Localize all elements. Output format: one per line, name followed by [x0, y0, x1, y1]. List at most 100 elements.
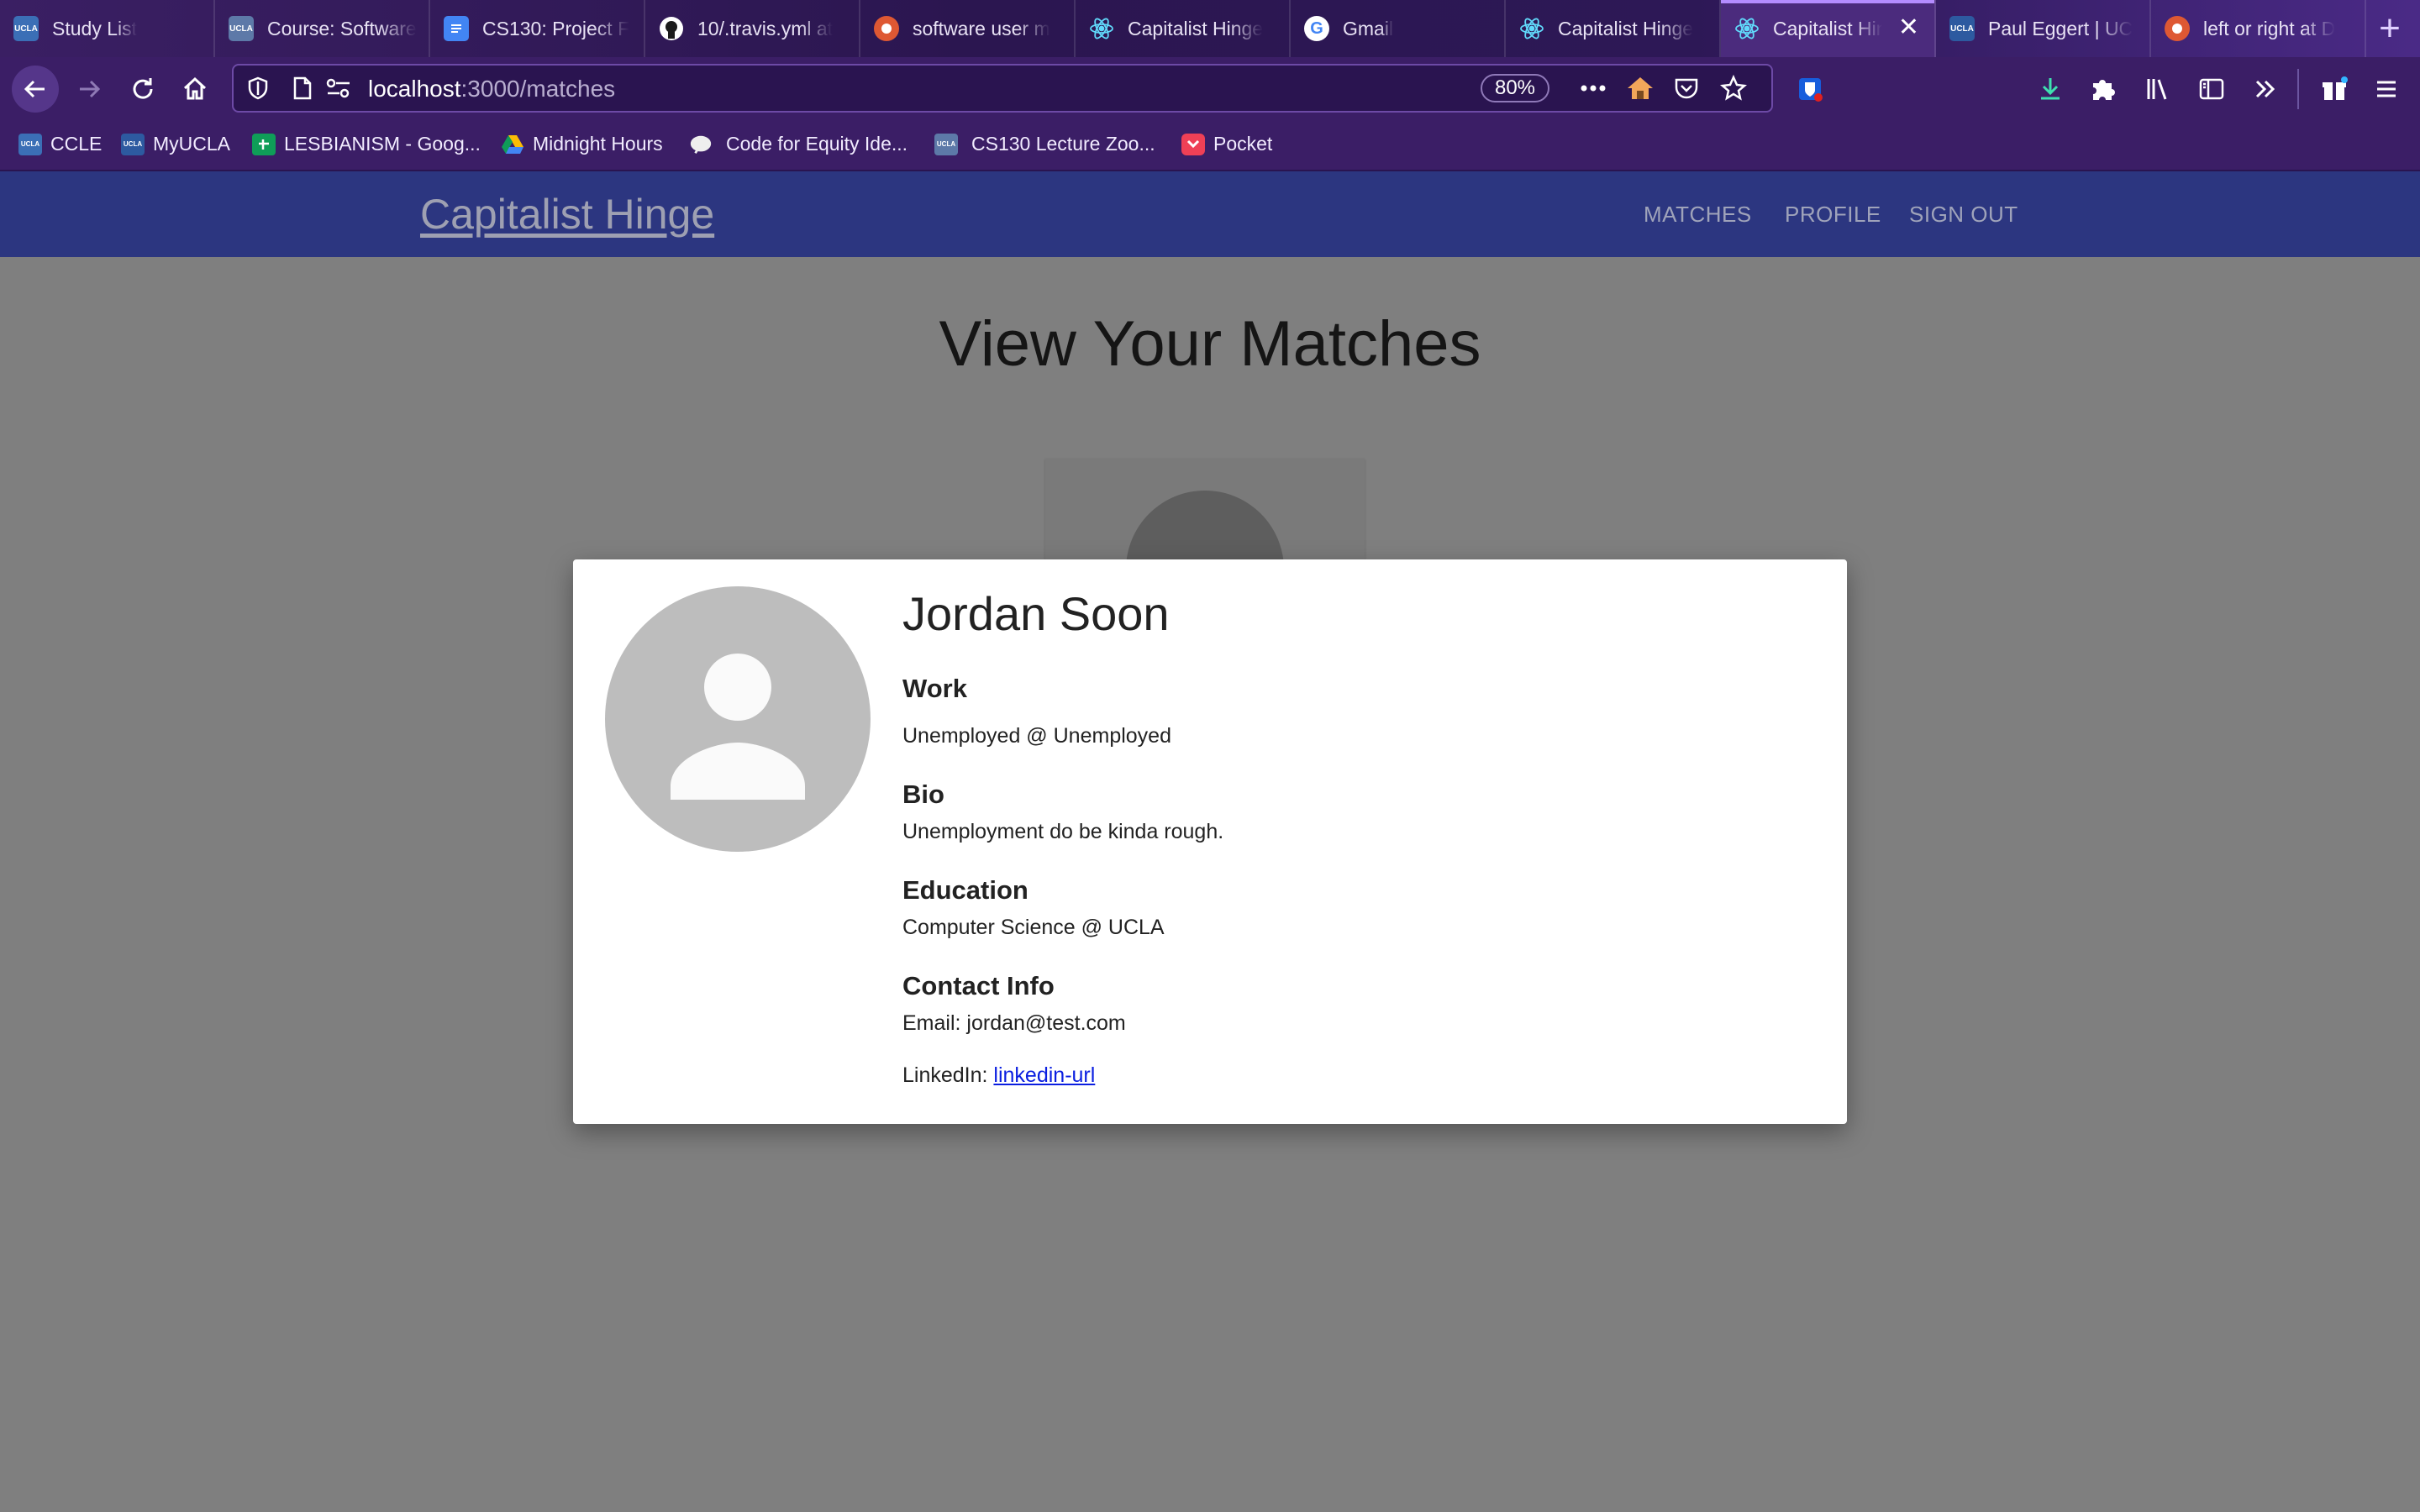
download-icon [2041, 78, 2060, 100]
react-icon [1089, 16, 1114, 41]
email-value: jordan@test.com [966, 1011, 1126, 1035]
tab-travis-yml[interactable]: 10/.travis.yml at [645, 0, 860, 57]
bookmark-cs130-lecture-zoom[interactable]: UCLA CS130 Lecture Zoo... [934, 133, 1155, 155]
profile-name: Jordan Soon [902, 587, 1170, 640]
url-path: :3000/matches [460, 76, 616, 102]
more-icon[interactable] [1578, 76, 1608, 101]
tab-title: Paul Eggert | UC [1988, 17, 2133, 39]
hamburger-icon [2377, 81, 2396, 97]
tab-left-or-right[interactable]: left or right at D [2151, 0, 2366, 57]
bookmark-pocket[interactable]: Pocket [1181, 133, 1272, 155]
tab-capitalist-hinge-active[interactable]: Capitalist Hinge ✕ [1721, 0, 1936, 57]
tab-title: Study List [52, 17, 137, 39]
tab-capitalist-hinge-1[interactable]: Capitalist Hinge [1076, 0, 1291, 57]
house-extension-icon[interactable] [1625, 74, 1655, 102]
bitwarden-extension-button[interactable] [1790, 69, 1830, 109]
work-heading: Work [902, 674, 967, 703]
person-icon [671, 654, 805, 800]
brain-icon [689, 134, 713, 155]
tab-cs130-project[interactable]: CS130: Project F [430, 0, 645, 57]
browser-toolbar: localhost:3000/matches 80% [0, 57, 2420, 121]
react-icon [1734, 16, 1760, 41]
sidebar-button[interactable] [2191, 69, 2232, 109]
bookmark-label: Code for Equity Ide... [726, 133, 908, 155]
tab-title: CS130: Project F [482, 17, 630, 39]
sheets-icon [252, 133, 276, 155]
double-chevron-right-icon [2255, 80, 2275, 98]
drive-icon [501, 134, 524, 155]
ucla-icon: UCLA [229, 16, 254, 41]
linkedin-label: LinkedIn: [902, 1063, 994, 1087]
downloads-button[interactable] [2030, 69, 2070, 109]
nav-sign-out-link[interactable]: SIGN OUT [1909, 202, 2018, 228]
contact-info-heading: Contact Info [902, 971, 1055, 1000]
reload-button[interactable] [123, 69, 163, 109]
ucla-icon: UCLA [18, 133, 42, 155]
bio-heading: Bio [902, 780, 944, 809]
extensions-button[interactable] [2082, 69, 2123, 109]
close-tab-icon[interactable]: ✕ [1898, 15, 1919, 40]
tab-study-list[interactable]: UCLA Study List [0, 0, 215, 57]
brand-link[interactable]: Capitalist Hinge [420, 190, 714, 239]
tab-title: software user m [913, 17, 1050, 39]
permissions-icon[interactable] [324, 76, 353, 101]
app-header: Capitalist Hinge MATCHES PROFILE SIGN OU… [0, 171, 2420, 257]
avatar [605, 586, 871, 852]
tab-software-user[interactable]: software user m [860, 0, 1076, 57]
puzzle-icon [2093, 80, 2115, 100]
page-icon [293, 76, 312, 100]
react-icon [1519, 16, 1544, 41]
tab-paul-eggert[interactable]: UCLA Paul Eggert | UC [1936, 0, 2151, 57]
bookmark-ccle[interactable]: UCLA CCLE [18, 133, 102, 155]
docs-icon [444, 16, 469, 41]
toolbar-separator [2297, 69, 2299, 109]
tab-capitalist-hinge-2[interactable]: Capitalist Hinge [1506, 0, 1721, 57]
bookmark-label: Midnight Hours [533, 133, 663, 155]
url-bar[interactable]: localhost:3000/matches 80% [232, 64, 1773, 113]
bookmark-code-for-equity[interactable]: Code for Equity Ide... [689, 133, 908, 155]
overflow-menu-button[interactable] [2245, 69, 2286, 109]
ucla-icon: UCLA [121, 133, 145, 155]
forward-button[interactable] [69, 69, 109, 109]
bookmark-midnight-hours[interactable]: Midnight Hours [501, 133, 663, 155]
nav-matches-link[interactable]: MATCHES [1644, 202, 1752, 228]
linkedin-link[interactable]: linkedin-url [993, 1063, 1095, 1087]
education-heading: Education [902, 875, 1028, 905]
whats-new-button[interactable] [2314, 69, 2354, 109]
duckduckgo-icon [2165, 16, 2190, 41]
tab-course-software[interactable]: UCLA Course: Software [215, 0, 430, 57]
shield-icon [248, 76, 268, 100]
github-icon [659, 16, 684, 41]
google-icon: G [1304, 16, 1329, 41]
bookmark-myucla[interactable]: UCLA MyUCLA [121, 133, 230, 155]
tab-strip: UCLA Study List UCLA Course: Software CS… [0, 0, 2420, 57]
ucla-icon: UCLA [1949, 16, 1975, 41]
library-button[interactable] [2138, 69, 2178, 109]
app-menu-button[interactable] [2366, 69, 2407, 109]
tab-title: Capitalist Hinge [1773, 17, 1882, 39]
reload-icon [133, 78, 153, 99]
home-icon [183, 76, 207, 100]
star-bookmark-icon[interactable] [1719, 74, 1748, 102]
url-text[interactable]: localhost:3000/matches [368, 76, 615, 102]
library-icon [2147, 79, 2167, 100]
home-button[interactable] [175, 69, 215, 109]
sidebar-icon [2199, 78, 2224, 100]
url-host: localhost [368, 76, 461, 102]
new-tab-plus-icon[interactable]: + [2366, 0, 2413, 57]
pocket-icon [1181, 133, 1205, 155]
tab-gmail[interactable]: G Gmail [1291, 0, 1506, 57]
ucla-icon: UCLA [13, 16, 39, 41]
bookmark-label: Pocket [1213, 133, 1273, 155]
shield-extension-icon [1799, 78, 1823, 102]
page-title: View Your Matches [939, 308, 1481, 380]
zoom-level-button[interactable]: 80% [1481, 74, 1549, 102]
profile-modal: Jordan Soon Work Unemployed @ Unemployed… [573, 559, 1847, 1124]
linkedin-line: LinkedIn: linkedin-url [902, 1063, 1095, 1088]
bookmark-lesbianism-sheet[interactable]: LESBIANISM - Goog... [252, 133, 481, 155]
nav-profile-link[interactable]: PROFILE [1785, 202, 1881, 228]
education-value: Computer Science @ UCLA [902, 916, 1165, 939]
back-button[interactable] [12, 66, 59, 113]
tab-title: left or right at D [2203, 17, 2336, 39]
pocket-save-icon[interactable] [1672, 74, 1701, 102]
